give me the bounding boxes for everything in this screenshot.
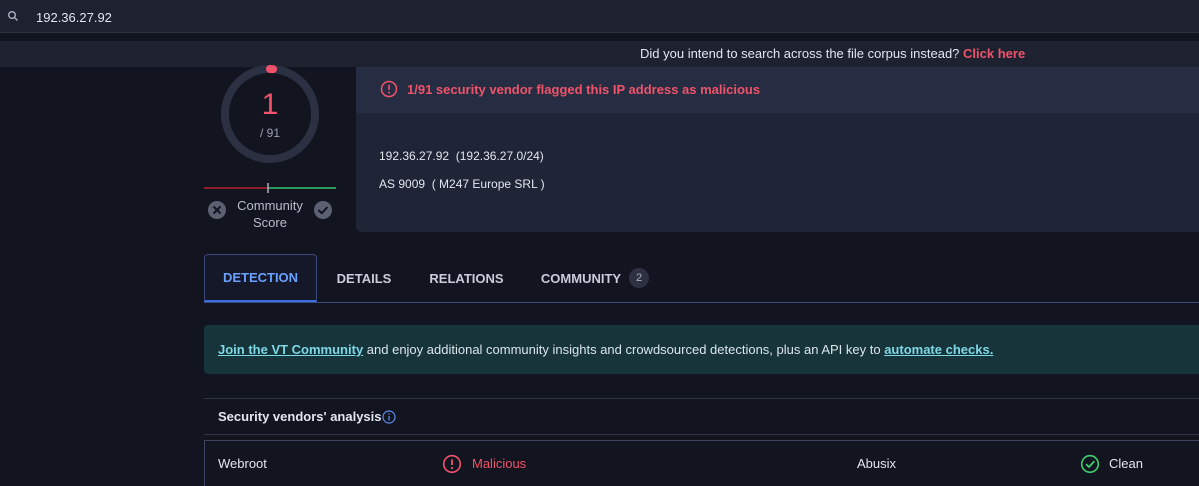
- malicious-alert-icon: [442, 454, 462, 474]
- section-title: Security vendors' analysis: [218, 409, 382, 424]
- alert-circle-icon: [380, 80, 398, 98]
- detection-total: / 91: [259, 126, 280, 140]
- search-bar[interactable]: 192.36.27.92: [0, 0, 1199, 33]
- automate-checks-link[interactable]: automate checks.: [884, 342, 993, 357]
- search-icon: [8, 11, 18, 21]
- community-count-badge: 2: [629, 268, 650, 288]
- click-here-link[interactable]: Click here: [963, 46, 1025, 61]
- clean-check-icon: [1080, 454, 1100, 474]
- vendor-result-malicious: Malicious: [472, 456, 527, 471]
- vendor-name: Abusix: [857, 456, 897, 471]
- community-score-bar: [204, 183, 336, 193]
- suggestion-bar: Did you intend to search across the file…: [0, 41, 1199, 67]
- vendor-name: Webroot: [218, 456, 267, 471]
- community-banner-text: Join the VT Community and enjoy addition…: [218, 342, 993, 357]
- tab-detection[interactable]: DETECTION: [204, 254, 317, 302]
- vote-harmless-icon[interactable]: [312, 199, 334, 221]
- vote-malicious-icon[interactable]: [206, 199, 228, 221]
- banner-message: and enjoy additional community insights …: [363, 342, 885, 357]
- divider: [204, 434, 1199, 435]
- autonomous-system: AS 9009 ( M247 Europe SRL ): [379, 177, 545, 191]
- search-input[interactable]: 192.36.27.92: [36, 10, 112, 25]
- tab-relations[interactable]: RELATIONS: [421, 254, 512, 302]
- divider: [0, 33, 1199, 41]
- vendor-result-clean: Clean: [1109, 456, 1143, 471]
- suggestion-text: Did you intend to search across the file…: [640, 46, 1025, 61]
- suggestion-message: Did you intend to search across the file…: [640, 46, 960, 61]
- join-community-link[interactable]: Join the VT Community: [218, 342, 363, 357]
- divider: [204, 398, 1199, 399]
- detection-count: 1: [261, 88, 279, 121]
- tab-community[interactable]: COMMUNITY 2: [533, 254, 657, 302]
- community-score-label: Community Score: [237, 198, 303, 230]
- tab-details[interactable]: DETAILS: [326, 254, 402, 302]
- info-icon[interactable]: [382, 410, 396, 424]
- alert-message: 1/91 security vendor flagged this IP add…: [407, 82, 761, 97]
- vendors-table: [204, 440, 1199, 486]
- ip-address-range: 192.36.27.92 (192.36.27.0/24): [379, 149, 544, 163]
- tabs-divider: [204, 302, 1199, 303]
